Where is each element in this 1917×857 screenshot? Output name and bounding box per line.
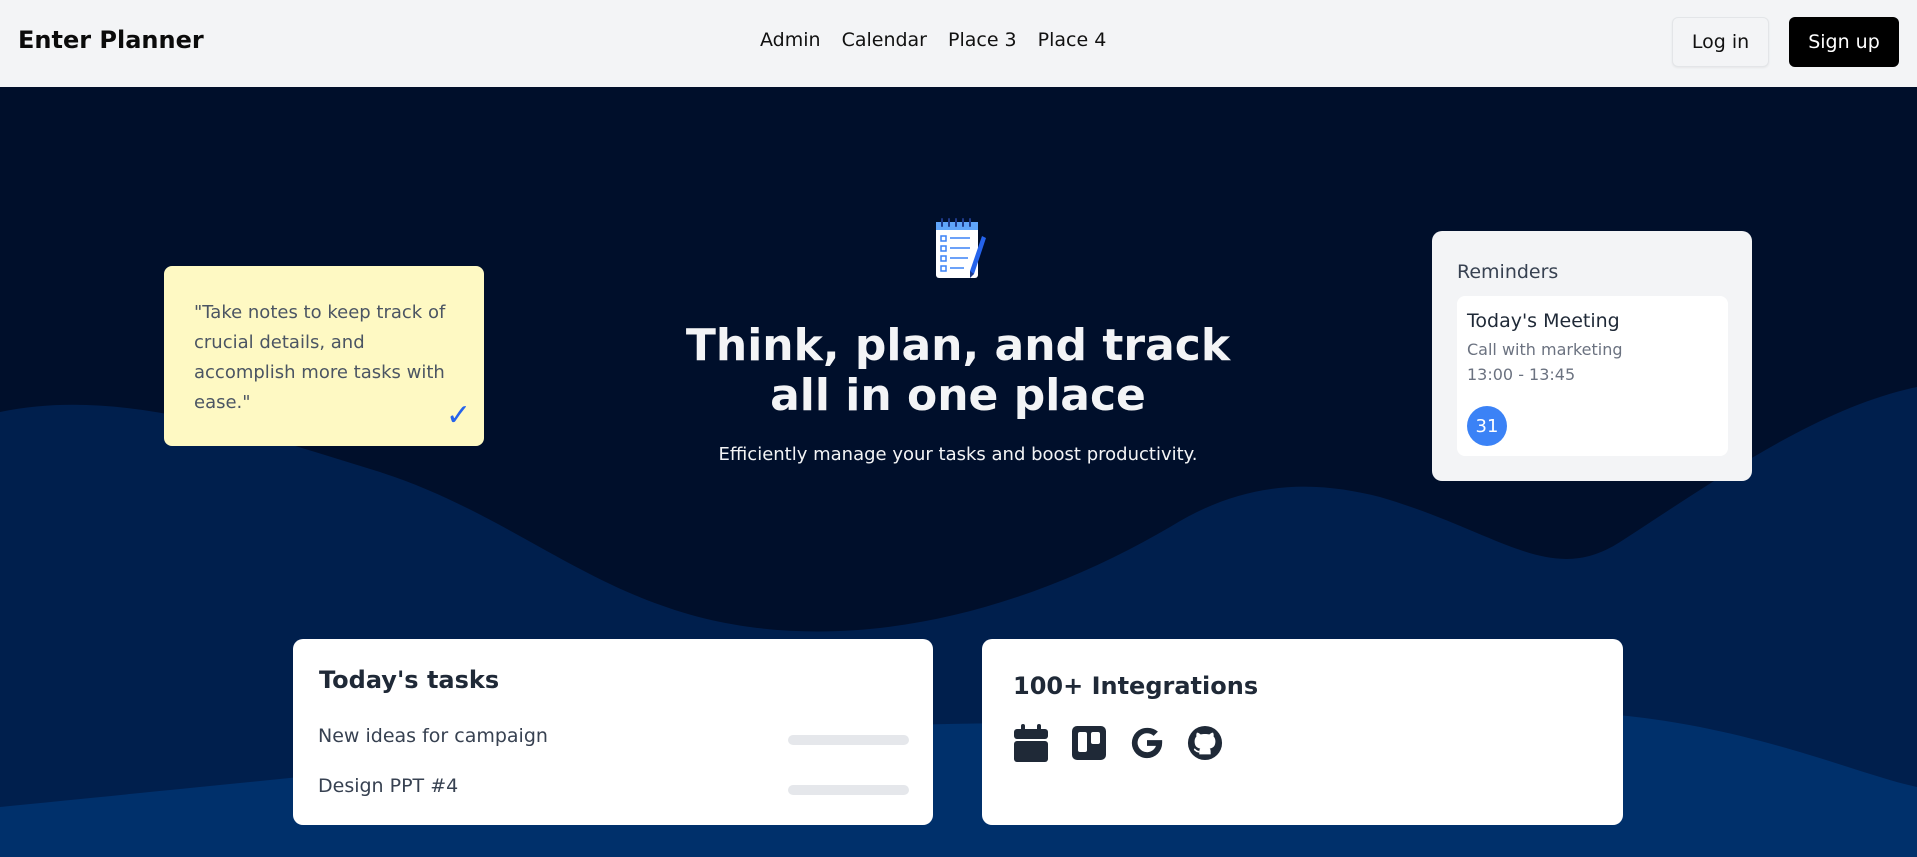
hero-headline: Think, plan, and track all in one place <box>658 321 1258 421</box>
todays-tasks-card: Today's tasks New ideas for campaign Des… <box>293 639 933 825</box>
nav-item-place-4[interactable]: Place 4 <box>1038 29 1107 51</box>
top-navbar: Enter Planner Admin Calendar Place 3 Pla… <box>0 0 1917 87</box>
date-badge: 31 <box>1467 406 1507 446</box>
reminder-item[interactable]: Today's Meeting Call with marketing 13:0… <box>1457 296 1728 456</box>
task-item[interactable]: New ideas for campaign <box>318 723 909 753</box>
integration-icons <box>1013 723 1223 763</box>
task-item[interactable]: Design PPT #4 <box>318 773 909 803</box>
main-nav: Admin Calendar Place 3 Place 4 <box>760 29 1127 51</box>
sticky-note-card: "Take notes to keep track of crucial det… <box>164 266 484 446</box>
task-label: New ideas for campaign <box>318 725 548 747</box>
reminders-title: Reminders <box>1457 261 1559 283</box>
nav-item-calendar[interactable]: Calendar <box>842 29 927 51</box>
hero-headline-line-2: all in one place <box>770 370 1146 421</box>
tasks-title: Today's tasks <box>319 666 500 694</box>
github-icon[interactable] <box>1187 723 1223 763</box>
reminders-card: Reminders Today's Meeting Call with mark… <box>1432 231 1752 481</box>
login-button[interactable]: Log in <box>1672 17 1769 67</box>
reminder-meeting-description: Call with marketing <box>1467 340 1623 359</box>
hero-headline-line-1: Think, plan, and track <box>685 320 1231 371</box>
trello-icon[interactable] <box>1071 723 1107 763</box>
brand-logo-text[interactable]: Enter Planner <box>18 26 204 54</box>
task-progress-placeholder <box>788 735 909 745</box>
integrations-card: 100+ Integrations <box>982 639 1623 825</box>
task-progress-placeholder <box>788 785 909 795</box>
checkmark-icon: ✓ <box>446 398 472 433</box>
sticky-note-text: "Take notes to keep track of crucial det… <box>194 302 446 413</box>
signup-button[interactable]: Sign up <box>1789 17 1899 67</box>
google-icon[interactable] <box>1129 723 1165 763</box>
task-label: Design PPT #4 <box>318 775 459 797</box>
nav-item-place-3[interactable]: Place 3 <box>948 29 1017 51</box>
integrations-title: 100+ Integrations <box>1013 672 1259 700</box>
hero-subtitle: Efficiently manage your tasks and boost … <box>718 444 1198 465</box>
notepad-icon <box>936 218 986 278</box>
reminder-meeting-time: 13:00 - 13:45 <box>1467 365 1576 384</box>
reminder-meeting-title: Today's Meeting <box>1467 310 1620 332</box>
nav-item-admin[interactable]: Admin <box>760 29 821 51</box>
calendar-icon[interactable] <box>1013 723 1049 763</box>
hero-section: Think, plan, and track all in one place … <box>0 87 1917 857</box>
